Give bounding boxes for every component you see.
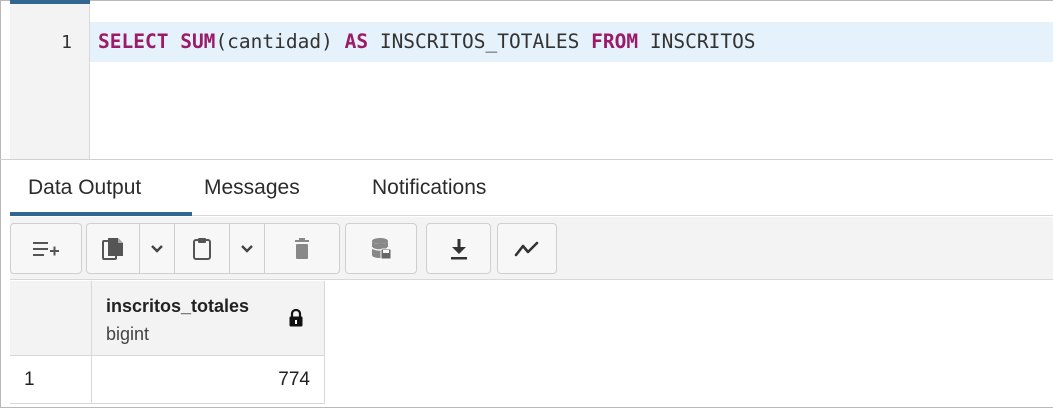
copy-button[interactable] [87,224,139,273]
add-row-group [10,223,82,274]
function-sum: SUM [180,30,216,53]
function-args: (cantidad) [215,30,333,53]
table-name: INSCRITOS [649,30,756,53]
column-header[interactable]: inscritos_totales bigint [92,281,325,356]
add-row-button[interactable] [11,224,81,273]
graph-visualiser-icon [514,241,539,256]
save-data-changes-button[interactable] [346,224,416,273]
lock-icon [289,308,303,327]
keyword-as: AS [344,30,369,53]
save-data-group [345,223,417,274]
copy-dropdown-button[interactable] [140,224,174,273]
paste-button[interactable] [175,224,229,273]
table-cell[interactable]: 774 [92,356,325,404]
code-line[interactable]: SELECT SUM(cantidad) AS INSCRITOS_TOTALE… [90,22,1053,62]
copy-icon [102,237,123,260]
graph-visualiser-button[interactable] [498,224,556,273]
row-number-header[interactable] [10,281,92,356]
paste-dropdown-button[interactable] [230,224,264,273]
keyword-from: FROM [591,30,639,53]
output-tabs: Data Output Messages Notifications [10,160,1053,216]
row-number[interactable]: 1 [10,356,92,404]
chevron-down-icon [241,244,253,253]
delete-icon [295,237,309,259]
save-data-icon [371,237,392,259]
graph-visualiser-group [497,223,557,274]
download-button[interactable] [427,224,490,273]
active-tab-indicator [10,212,192,216]
delete-button[interactable] [265,224,339,273]
line-number: 1 [61,32,72,53]
chevron-down-icon [151,244,163,253]
add-row-icon [33,241,59,256]
download-icon [450,238,467,259]
paste-icon [193,237,211,260]
data-output-toolbar [10,217,1053,280]
tab-data-output[interactable]: Data Output [28,160,141,216]
column-name: inscritos_totales [106,296,250,316]
editor-gutter: 1 [10,4,90,159]
column-alias: INSCRITOS_TOTALES [379,30,580,53]
tab-notifications[interactable]: Notifications [372,160,486,216]
column-type: bigint [106,324,150,344]
sql-editor[interactable]: 1 SELECT SUM(cantidad) AS INSCRITOS_TOTA… [10,4,1053,159]
keyword-select: SELECT [98,30,169,53]
copy-paste-group [86,223,340,274]
tab-messages[interactable]: Messages [204,160,300,216]
download-group [426,223,491,274]
